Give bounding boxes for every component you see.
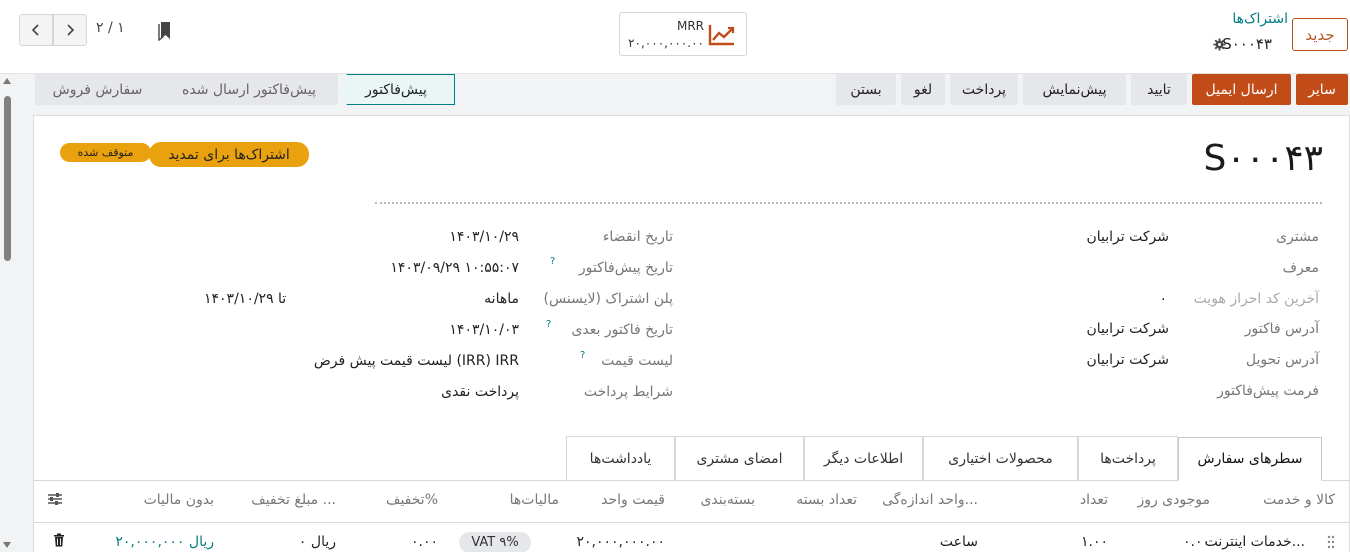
tab-order-lines[interactable]: سطرهای سفارش [1178, 437, 1322, 481]
tab-payments[interactable]: پرداخت‌ها [1078, 436, 1178, 480]
order-title: S۰۰۰۴۳ [1203, 138, 1323, 179]
status-quotation[interactable]: پیش‌فاکتور [337, 74, 455, 105]
plan-end-date[interactable]: تا ۱۴۰۳/۱۰/۲۹ [204, 291, 286, 307]
column-settings-icon[interactable] [47, 492, 63, 506]
row-quantity[interactable]: ۱.۰۰ [1081, 534, 1108, 550]
row-unit-price[interactable]: ۲۰,۰۰۰,۰۰۰.۰۰ [576, 534, 665, 550]
header-product[interactable]: کالا و خدمت [1263, 492, 1335, 508]
referrer-label: معرف [1282, 260, 1320, 276]
drag-handle-icon[interactable] [1327, 535, 1335, 549]
tabs-divider [34, 480, 1350, 481]
header-subtotal[interactable]: بدون مالیات [144, 492, 214, 508]
expiration-field[interactable]: ۱۴۰۳/۱۰/۲۹ [449, 229, 519, 245]
pager-next-button[interactable] [53, 14, 87, 46]
next-invoice-field[interactable]: ۱۴۰۳/۱۰/۰۳ [449, 322, 519, 338]
trash-icon[interactable] [53, 533, 65, 547]
row-uom[interactable]: ساعت [940, 534, 978, 550]
header-taxes[interactable]: مالیات‌ها [510, 492, 559, 508]
row-product[interactable]: خدمات اینترنت... [1205, 534, 1305, 550]
breadcrumb-record-name: S۰۰۰۴۳ [1222, 35, 1272, 53]
row-stock: ۰.۰۰ [1182, 534, 1210, 550]
control-panel: ۲ / ۱ MRR ۲۰,۰۰۰,۰۰۰.۰۰ اشتراک‌ها S۰۰۰۴۳… [0, 0, 1350, 74]
gear-icon[interactable] [1213, 38, 1226, 51]
scroll-up-arrow[interactable] [3, 78, 11, 84]
title-underline [375, 202, 1322, 204]
status-quotation-sent[interactable]: پیش‌فاکتور ارسال شده [160, 74, 338, 105]
preview-button[interactable]: پیش‌نمایش [1023, 74, 1126, 105]
form-sheet: اشتراک‌ها برای تمدید متوقف شده S۰۰۰۴۳ مش… [33, 115, 1350, 552]
delivery-address-field[interactable]: شرکت ترابیان [1087, 352, 1170, 368]
last-id-code-field[interactable]: ۰ [1159, 291, 1167, 307]
scroll-down-arrow[interactable] [3, 542, 11, 548]
mrr-value: ۲۰,۰۰۰,۰۰۰.۰۰ [628, 36, 704, 50]
table-header-divider [34, 522, 1350, 523]
quote-format-label: فرمت پیش‌فاکتور [1217, 383, 1319, 399]
chevron-right-icon [67, 24, 75, 36]
customer-field[interactable]: شرکت ترابیان [1087, 229, 1170, 245]
pager-previous-button[interactable] [19, 14, 53, 46]
new-button[interactable]: جدید [1292, 18, 1348, 51]
tab-customer-signature[interactable]: امضای مشتری [675, 436, 804, 480]
header-stock[interactable]: موجودی روز [1137, 492, 1210, 508]
customer-label: مشتری [1276, 229, 1319, 245]
expiration-label: تاریخ انقضاء [602, 229, 673, 245]
chart-line-icon [708, 25, 735, 46]
cancel-button[interactable]: لغو [901, 74, 945, 105]
close-button[interactable]: بستن [836, 74, 896, 105]
renew-badge: اشتراک‌ها برای تمدید [149, 142, 309, 167]
pricelist-field[interactable]: لیست قیمت پیش فرض (IRR) IRR [314, 353, 519, 369]
header-package-qty[interactable]: تعداد بسته [796, 492, 857, 508]
breadcrumb-subscriptions[interactable]: اشتراک‌ها [1232, 11, 1288, 27]
next-invoice-help-icon[interactable]: ? [546, 319, 551, 330]
header-packaging[interactable]: بسته‌بندی [700, 492, 755, 508]
paused-badge: متوقف شده [60, 143, 151, 162]
payment-terms-field[interactable]: پرداخت نقدی [441, 384, 519, 400]
scrollbar-thumb[interactable] [4, 96, 11, 261]
header-quantity[interactable]: تعداد [1080, 492, 1108, 508]
mrr-label: MRR [676, 19, 704, 33]
other-button[interactable]: سایر [1296, 74, 1348, 105]
row-subtotal: ریال ۲۰,۰۰۰,۰۰۰ [115, 534, 214, 550]
send-email-button[interactable]: ارسال ایمیل [1192, 74, 1291, 105]
tab-notes[interactable]: یادداشت‌ها [566, 436, 675, 480]
next-invoice-label: تاریخ فاکتور بعدی [571, 322, 673, 338]
pricelist-label: لیست قیمت [601, 353, 673, 369]
quote-date-help-icon[interactable]: ? [550, 256, 555, 267]
plan-field[interactable]: ماهانه [484, 291, 519, 307]
confirm-button[interactable]: تایید [1131, 74, 1187, 105]
bookmark-icon[interactable] [157, 21, 173, 41]
tab-other-info[interactable]: اطلاعات دیگر [804, 436, 923, 480]
header-unit-price[interactable]: قیمت واحد [601, 492, 665, 508]
status-sale-order[interactable]: سفارش فروش [35, 74, 160, 105]
plan-label: پلن اشتراک (لایسنس) [543, 291, 673, 307]
tab-optional-products[interactable]: محصولات اختیاری [923, 436, 1078, 480]
row-discount-amount: ریال ۰ [298, 534, 336, 550]
header-uom[interactable]: واحد اندازه‌گی... [882, 492, 978, 508]
payment-terms-label: شرایط پرداخت [583, 384, 673, 400]
delivery-address-label: آدرس تحویل [1245, 352, 1319, 368]
last-id-code-label: آخرین کد احراز هویت [1193, 291, 1319, 307]
invoice-address-field[interactable]: شرکت ترابیان [1087, 321, 1170, 337]
chevron-left-icon [31, 24, 39, 36]
pager-value[interactable]: ۲ / ۱ [96, 20, 125, 36]
header-discount-amount[interactable]: مبلغ تخفیف ... [251, 492, 336, 508]
row-discount[interactable]: ۰.۰۰ [411, 534, 438, 550]
mrr-smart-button[interactable]: MRR ۲۰,۰۰۰,۰۰۰.۰۰ [619, 12, 747, 56]
header-discount-percent[interactable]: تخفیف% [386, 492, 438, 508]
row-tax-badge[interactable]: VAT ۹% [459, 532, 531, 552]
quote-date-field[interactable]: ۱۴۰۳/۰۹/۲۹ ۱۰:۵۵:۰۷ [390, 260, 519, 276]
quote-date-label: تاریخ پیش‌فاکتور [578, 260, 673, 276]
invoice-address-label: آدرس فاکتور [1244, 321, 1319, 337]
payment-button[interactable]: پرداخت [950, 74, 1018, 105]
pricelist-help-icon[interactable]: ? [580, 350, 585, 361]
